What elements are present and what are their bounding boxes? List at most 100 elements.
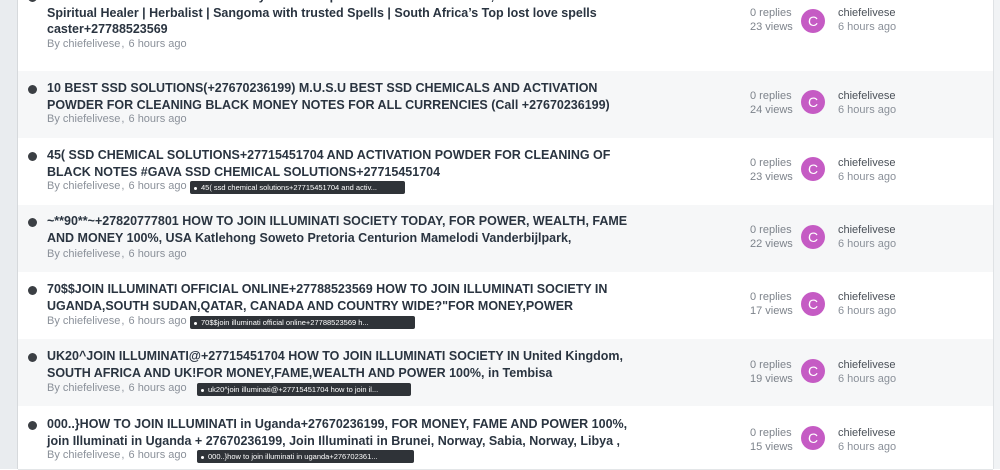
topic-title-link[interactable]: 70$$JOIN ILLUMINATI OFFICIAL ONLINE+2778…: [47, 281, 647, 314]
last-poster-link[interactable]: chiefelivese: [838, 89, 896, 103]
unread-bullet-icon: [28, 218, 37, 227]
avatar[interactable]: C: [801, 426, 825, 450]
last-post-time[interactable]: 6 hours ago: [838, 103, 896, 117]
topic-row[interactable]: 000..}HOW TO JOIN ILLUMINATI in Uganda+2…: [18, 406, 993, 470]
topic-stats: 0 replies 22 views: [750, 223, 793, 251]
topic-author-link[interactable]: chiefelivese: [63, 449, 120, 461]
topic-row[interactable]: 70$$JOIN ILLUMINATI OFFICIAL ONLINE+2778…: [18, 272, 993, 340]
unread-bullet-icon: [28, 353, 37, 362]
by-label: By: [47, 382, 60, 394]
avatar[interactable]: C: [801, 157, 825, 181]
topic-start-time: 6 hours ago: [128, 113, 187, 125]
replies-count: 0 replies: [750, 224, 792, 236]
topic-row[interactable]: 10 BEST SSD SOLUTIONS(+27670236199) M.U.…: [18, 71, 993, 139]
by-label: By: [47, 315, 60, 327]
topic-tag-tooltip: 45( ssd chemical solutions+27715451704 a…: [190, 181, 405, 194]
topic-title-link[interactable]: 10 BEST SSD SOLUTIONS(+27670236199) M.U.…: [47, 80, 647, 113]
last-post-time[interactable]: 6 hours ago: [838, 440, 896, 454]
topic-row[interactable]: 45( SSD CHEMICAL SOLUTIONS+27715451704 A…: [18, 138, 993, 206]
topic-meta: By chiefelivese, 6 hours ago: [47, 113, 187, 125]
topic-start-time: 6 hours ago: [128, 248, 187, 260]
last-post-info: chiefelivese 6 hours ago: [838, 156, 896, 184]
last-poster-link[interactable]: chiefelivese: [838, 156, 896, 170]
topic-title-link[interactable]: +27788523569 M.U.W.A Powerful Psychic lo…: [47, 0, 647, 38]
topic-author-link[interactable]: chiefelivese: [63, 180, 120, 192]
unread-bullet-icon: [28, 286, 37, 295]
topic-tag-tooltip: 70$$join illuminati official online+2778…: [190, 316, 415, 329]
topic-start-time: 6 hours ago: [128, 449, 187, 461]
unread-bullet-icon: [28, 152, 37, 161]
topic-row[interactable]: +27788523569 M.U.W.A Powerful Psychic lo…: [18, 0, 993, 72]
unread-bullet-icon: [28, 421, 37, 430]
last-poster-link[interactable]: chiefelivese: [838, 358, 896, 372]
topic-author-link[interactable]: chiefelivese: [63, 315, 120, 327]
topic-meta: By chiefelivese, 6 hours ago: [47, 315, 187, 327]
topic-stats: 0 replies 15 views: [750, 426, 793, 454]
topic-stats: 0 replies 24 views: [750, 89, 793, 117]
topic-start-time: 6 hours ago: [128, 180, 187, 192]
last-post-time[interactable]: 6 hours ago: [838, 170, 896, 184]
unread-bullet-icon: [28, 85, 37, 94]
topic-tag-tooltip: 000..}how to join illuminati in uganda+2…: [197, 450, 414, 463]
last-post-info: chiefelivese 6 hours ago: [838, 89, 896, 117]
topic-author-link[interactable]: chiefelivese: [63, 382, 120, 394]
tag-dot-icon: [194, 321, 197, 325]
views-count: 23 views: [750, 171, 793, 183]
topic-stats: 0 replies 23 views: [750, 6, 793, 34]
tooltip-text: 45( ssd chemical solutions+27715451704 a…: [201, 183, 378, 192]
by-label: By: [47, 449, 60, 461]
topic-row[interactable]: UK20^JOIN ILLUMINATI@+27715451704 HOW TO…: [18, 339, 993, 407]
topic-stats: 0 replies 17 views: [750, 290, 793, 318]
replies-count: 0 replies: [750, 359, 792, 371]
topic-stats: 0 replies 23 views: [750, 156, 793, 184]
last-poster-link[interactable]: chiefelivese: [838, 290, 896, 304]
topic-meta: By chiefelivese, 6 hours ago: [47, 180, 187, 192]
last-post-time[interactable]: 6 hours ago: [838, 304, 896, 318]
topic-meta: By chiefelivese, 6 hours ago: [47, 382, 187, 394]
topic-title-link[interactable]: ~**90**~+27820777801 HOW TO JOIN ILLUMIN…: [47, 213, 647, 246]
last-post-time[interactable]: 6 hours ago: [838, 20, 896, 34]
topic-meta: By chiefelivese, 6 hours ago: [47, 38, 187, 50]
last-poster-link[interactable]: chiefelivese: [838, 426, 896, 440]
avatar[interactable]: C: [801, 9, 825, 33]
tag-dot-icon: [201, 455, 204, 459]
topic-title-link[interactable]: 45( SSD CHEMICAL SOLUTIONS+27715451704 A…: [47, 147, 647, 180]
last-post-info: chiefelivese 6 hours ago: [838, 358, 896, 386]
topic-list: +27788523569 M.U.W.A Powerful Psychic lo…: [18, 0, 993, 470]
last-post-info: chiefelivese 6 hours ago: [838, 6, 896, 34]
last-post-info: chiefelivese 6 hours ago: [838, 426, 896, 454]
by-label: By: [47, 248, 60, 260]
last-post-info: chiefelivese 6 hours ago: [838, 223, 896, 251]
topic-row[interactable]: ~**90**~+27820777801 HOW TO JOIN ILLUMIN…: [18, 205, 993, 273]
topic-author-link[interactable]: chiefelivese: [63, 38, 120, 50]
avatar[interactable]: C: [801, 225, 825, 249]
views-count: 19 views: [750, 373, 793, 385]
topic-title-link[interactable]: 000..}HOW TO JOIN ILLUMINATI in Uganda+2…: [47, 416, 647, 449]
last-post-time[interactable]: 6 hours ago: [838, 372, 896, 386]
last-poster-link[interactable]: chiefelivese: [838, 6, 896, 20]
tooltip-text: 000..}how to join illuminati in uganda+2…: [208, 452, 378, 461]
topic-author-link[interactable]: chiefelivese: [63, 248, 120, 260]
last-post-time[interactable]: 6 hours ago: [838, 237, 896, 251]
replies-count: 0 replies: [750, 7, 792, 19]
views-count: 23 views: [750, 21, 793, 33]
replies-count: 0 replies: [750, 90, 792, 102]
topic-start-time: 6 hours ago: [128, 382, 187, 394]
avatar[interactable]: C: [801, 292, 825, 316]
views-count: 15 views: [750, 441, 793, 453]
left-rail: [0, 0, 18, 469]
topic-tag-tooltip: uk20^join illuminati@+27715451704 how to…: [197, 383, 411, 396]
topic-start-time: 6 hours ago: [128, 38, 187, 50]
last-post-info: chiefelivese 6 hours ago: [838, 290, 896, 318]
avatar[interactable]: C: [801, 90, 825, 114]
last-poster-link[interactable]: chiefelivese: [838, 223, 896, 237]
views-count: 24 views: [750, 104, 793, 116]
tooltip-text: 70$$join illuminati official online+2778…: [201, 318, 369, 327]
topic-title-link[interactable]: UK20^JOIN ILLUMINATI@+27715451704 HOW TO…: [47, 348, 647, 381]
views-count: 22 views: [750, 238, 793, 250]
topic-stats: 0 replies 19 views: [750, 358, 793, 386]
scrollbar[interactable]: [993, 0, 1000, 469]
avatar[interactable]: C: [801, 359, 825, 383]
replies-count: 0 replies: [750, 291, 792, 303]
topic-author-link[interactable]: chiefelivese: [63, 113, 120, 125]
